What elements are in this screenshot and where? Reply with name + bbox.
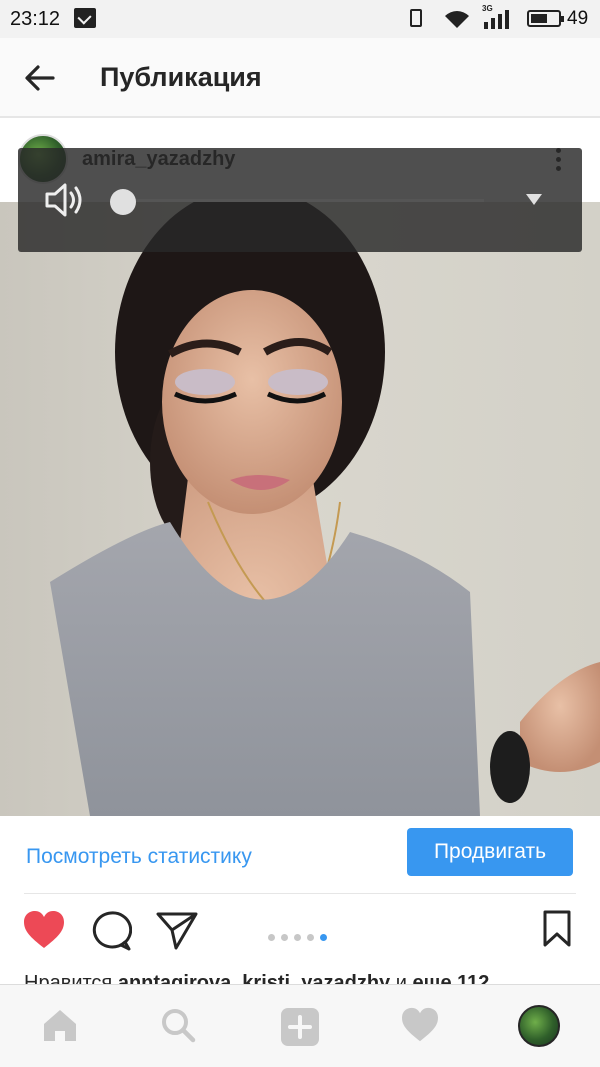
volume-icon[interactable] (44, 182, 84, 218)
notification-icon (74, 8, 96, 28)
battery-percent: 49 (567, 8, 589, 29)
view-insights-link[interactable]: Посмотреть статистику (26, 845, 252, 869)
vibrate-icon (410, 9, 422, 27)
battery-icon (527, 10, 564, 27)
status-bar: 23:12 3G 49 (0, 0, 600, 38)
profile-avatar[interactable] (518, 1005, 560, 1047)
carousel-dot (281, 934, 288, 941)
wifi-icon (445, 11, 469, 28)
heart-filled-icon[interactable] (22, 910, 66, 950)
bookmark-icon[interactable] (542, 910, 572, 948)
heart-icon[interactable] (400, 1007, 440, 1043)
dropdown-icon[interactable] (526, 194, 542, 205)
promote-button[interactable]: Продвигать (407, 828, 573, 876)
post-actions (0, 896, 600, 974)
bottom-nav (0, 984, 600, 1067)
post-photo[interactable] (0, 202, 600, 816)
carousel-dot (294, 934, 301, 941)
add-icon[interactable] (280, 1007, 320, 1047)
volume-track[interactable] (122, 199, 484, 202)
carousel-indicator (268, 928, 333, 946)
post-photo-art (50, 202, 600, 816)
signal-icon (484, 10, 509, 29)
home-icon[interactable] (42, 1007, 78, 1043)
volume-slider-knob[interactable] (110, 189, 136, 215)
carousel-dot (268, 934, 275, 941)
insights-row: Посмотреть статистику Продвигать (0, 816, 600, 894)
comment-icon[interactable] (90, 910, 132, 952)
divider (24, 893, 576, 894)
carousel-dot-active (320, 934, 327, 941)
top-bar: Публикация (0, 38, 600, 118)
status-time: 23:12 (10, 8, 61, 30)
send-icon[interactable] (156, 910, 198, 950)
carousel-dot (307, 934, 314, 941)
page-title: Публикация (100, 62, 262, 92)
search-icon[interactable] (160, 1007, 196, 1043)
media-controls-overlay (18, 148, 582, 252)
arrow-left-icon[interactable] (22, 60, 58, 96)
